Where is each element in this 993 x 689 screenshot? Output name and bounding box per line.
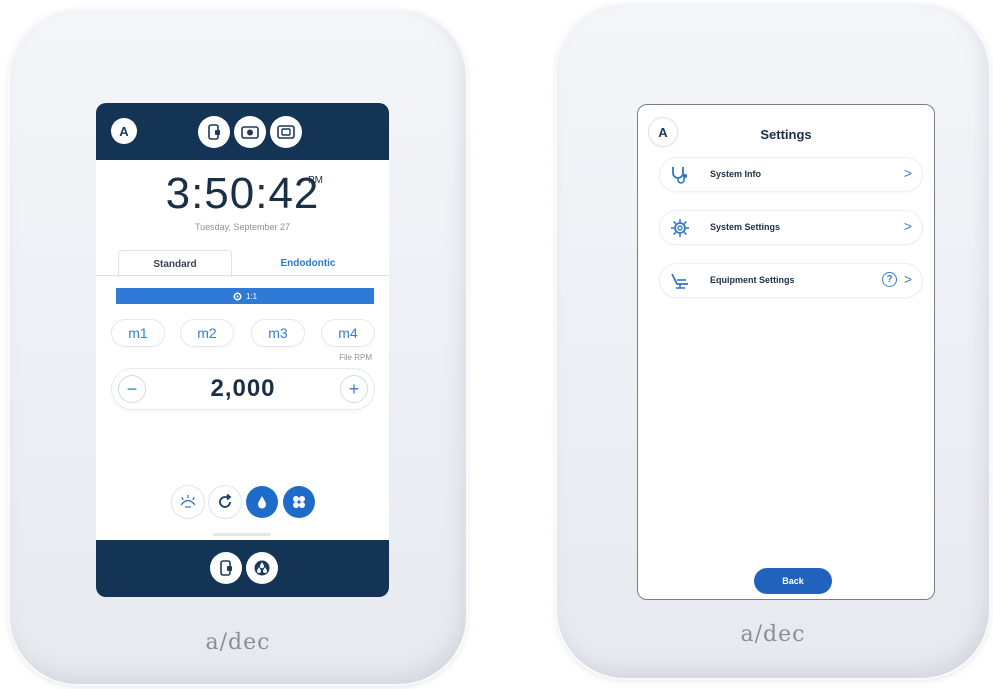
- top-bar: A: [96, 103, 389, 160]
- memory-button-m2[interactable]: m2: [181, 320, 233, 346]
- rpm-increase-button[interactable]: +: [341, 376, 367, 402]
- control-head-right: A Settings System Info > System Settings…: [555, 2, 991, 680]
- brand-logo: a/dec: [205, 630, 271, 655]
- air-icon[interactable]: [283, 486, 315, 518]
- stethoscope-icon: [672, 167, 688, 184]
- profile-avatar[interactable]: A: [111, 118, 137, 144]
- rpm-value: 2,000: [210, 375, 276, 402]
- memory-button-m1[interactable]: m1: [112, 320, 164, 346]
- bottom-bar: [96, 540, 389, 597]
- chevron-right-icon: >: [903, 271, 912, 287]
- clock-ampm: PM: [308, 175, 323, 186]
- chevron-right-icon: >: [903, 165, 912, 181]
- reverse-icon[interactable]: [209, 486, 241, 518]
- speed-ratio-bar[interactable]: 1:1: [116, 288, 374, 304]
- menu-item-equipment-settings[interactable]: Equipment Settings ? >: [660, 264, 922, 297]
- monitor-icon[interactable]: [270, 116, 302, 148]
- speed-ratio-label: 1:1: [245, 291, 258, 301]
- handpiece-icon[interactable]: [198, 116, 230, 148]
- tab-standard[interactable]: Standard: [118, 250, 232, 277]
- memory-button-m3[interactable]: m3: [252, 320, 304, 346]
- rpm-stepper: − 2,000 +: [112, 369, 374, 409]
- water-drop-icon[interactable]: [246, 486, 278, 518]
- handpiece-icon[interactable]: [210, 552, 242, 584]
- drawer-handle[interactable]: [213, 533, 271, 536]
- chevron-right-icon: >: [903, 218, 912, 234]
- menu-item-system-info[interactable]: System Info >: [660, 158, 922, 191]
- rpm-decrease-button[interactable]: −: [119, 376, 145, 402]
- menu-item-system-settings[interactable]: System Settings >: [660, 211, 922, 244]
- water-drops-icon[interactable]: [246, 552, 278, 584]
- menu-item-label: System Info: [710, 169, 762, 179]
- file-rpm-label: File RPM: [339, 353, 372, 362]
- clock-date: Tuesday, September 27: [194, 222, 291, 232]
- light-icon[interactable]: [172, 486, 204, 518]
- control-head-left: A 3:50:42 PM Tuesday, September 27 Stand…: [8, 8, 468, 686]
- page-title: Settings: [760, 127, 812, 142]
- dental-chair-icon: [671, 273, 688, 289]
- brand-logo: a/dec: [740, 622, 806, 647]
- touchscreen-main: A 3:50:42 PM Tuesday, September 27 Stand…: [96, 103, 389, 597]
- tab-divider: [96, 275, 389, 276]
- memory-button-m4[interactable]: m4: [322, 320, 374, 346]
- menu-item-label: System Settings: [710, 222, 781, 232]
- touchscreen-settings: A Settings System Info > System Settings…: [637, 104, 935, 600]
- clock-time: 3:50:42: [165, 169, 320, 218]
- menu-item-label: Equipment Settings: [710, 275, 795, 285]
- help-icon[interactable]: ?: [882, 272, 897, 287]
- back-button[interactable]: Back: [754, 568, 832, 594]
- camera-icon[interactable]: [234, 116, 266, 148]
- tab-endodontic[interactable]: Endodontic: [233, 250, 383, 276]
- gear-icon: [671, 219, 689, 237]
- gear-icon: [233, 292, 242, 300]
